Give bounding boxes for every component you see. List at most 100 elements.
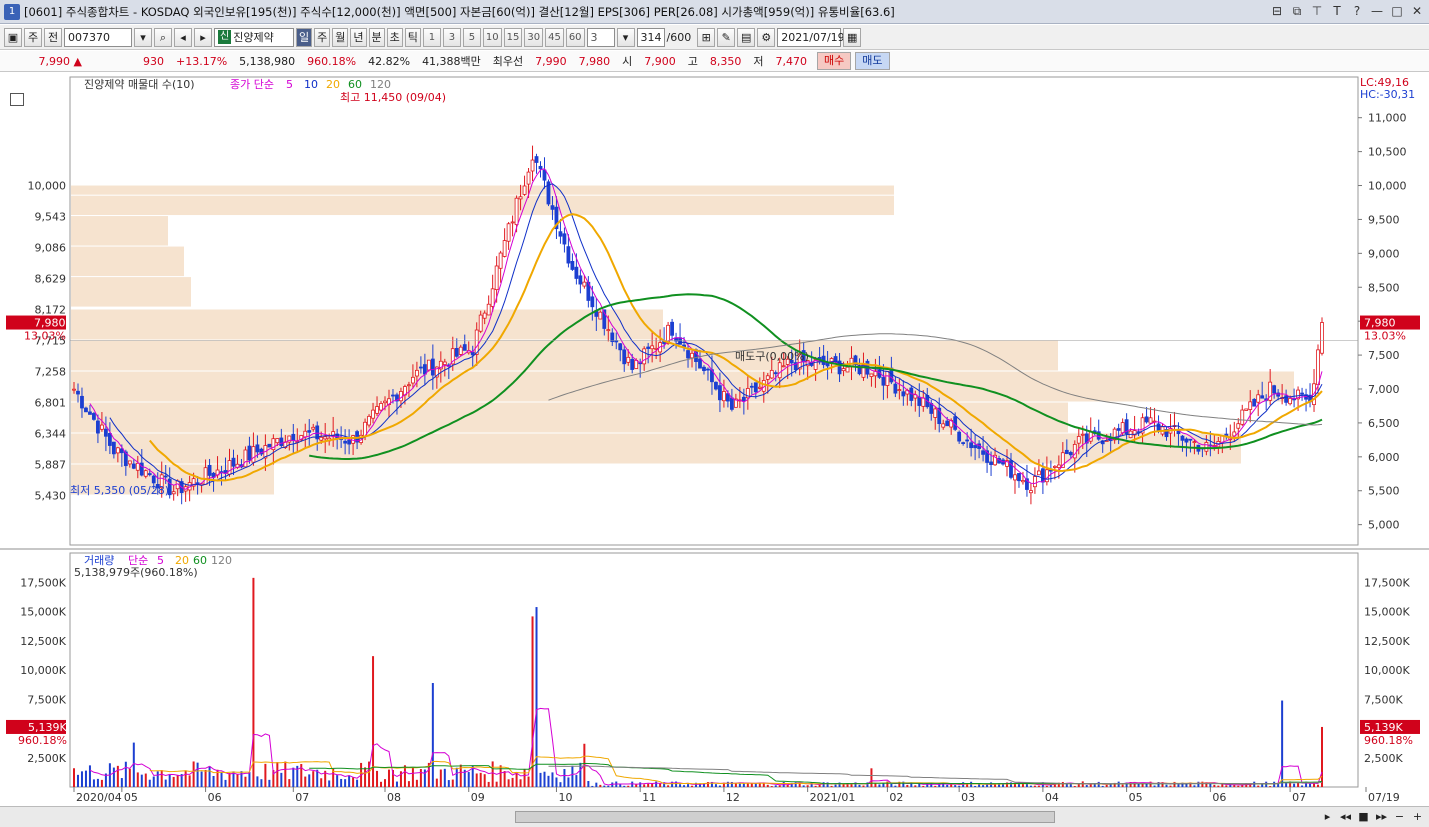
volume-bar [607,785,610,787]
scroll-thumb[interactable] [515,811,1055,823]
buy-button[interactable]: 매수 [817,52,852,70]
period-day-button[interactable]: 일 [296,27,313,47]
price-candle [777,362,782,379]
draw-tool-icon[interactable]: ✎ [717,27,736,47]
date-input[interactable]: 2021/07/19 [777,27,845,47]
volume-bar [894,785,897,787]
price-candle [614,340,619,343]
period-month-button[interactable]: 월 [332,27,349,47]
arrow-dropdown-icon[interactable]: ▸ [194,27,212,47]
price-candle [1192,441,1197,444]
price-candle [741,396,746,401]
volume-bar [236,774,239,787]
price-candle [722,391,726,402]
price-candle [371,409,375,419]
horizontal-scrollbar[interactable]: ▸ ◂◂ ■ ▸▸ − + [0,806,1429,827]
price-candle [1260,395,1265,399]
save-icon[interactable]: ▤ [737,27,756,47]
profile-axis-label: 8,172 [35,304,67,317]
interval-5-button[interactable]: 5 [462,27,481,47]
best-ask: 7,990 [535,54,567,68]
volume-bar [675,781,678,787]
gear-icon[interactable]: ⚙ [757,27,776,47]
volume-bar [100,779,103,787]
period-minute-button[interactable]: 분 [368,27,385,47]
minimize-icon[interactable]: — [1369,3,1385,19]
price-candle [538,165,543,170]
pin-icon[interactable]: ⊤ [1309,3,1325,19]
sell-button[interactable]: 매도 [855,52,890,70]
price-axis-label: 8,500 [1368,281,1400,294]
rewind-icon[interactable]: ◂◂ [1338,809,1353,824]
stock-chart[interactable]: 11,00010,50010,0009,5009,0008,5008,0007,… [0,73,1429,806]
period-week-button[interactable]: 주 [314,27,331,47]
price-candle [76,390,80,395]
window-index-icon: 1 [4,3,20,20]
speaker-icon[interactable]: ◂ [174,27,192,47]
price-candle [530,159,535,172]
maximize-icon[interactable]: □ [1389,3,1405,19]
close-icon[interactable]: ✕ [1409,3,1425,19]
volume-bar [958,785,961,787]
stock-name-field[interactable]: 신 진양제약 [214,27,294,47]
volume-bar [934,785,937,787]
calendar-icon[interactable]: ▦ [843,27,862,47]
volume-bar [220,771,223,787]
price-candle [426,359,431,371]
restore-window-icon[interactable]: ⧉ [1289,3,1305,19]
forward-icon[interactable]: ▸▸ [1374,809,1389,824]
period-year-button[interactable]: 년 [350,27,367,47]
price-legend-ma: 종가 단순 [230,78,274,91]
search-icon[interactable]: ⌕ [154,27,172,47]
interval-10-button[interactable]: 10 [482,27,502,47]
interval-15-button[interactable]: 15 [503,27,523,47]
stop-icon[interactable]: ■ [1356,809,1371,824]
title-bar: 1 [0601] 주식종합차트 - KOSDAQ 외국인보유[195(천)] 주… [0,0,1429,24]
price-candle [989,461,993,465]
interval-1-button[interactable]: 1 [422,27,441,47]
volume-bar [308,774,311,787]
volume-bar [575,775,578,787]
interval-45-button[interactable]: 45 [545,27,564,47]
chart-list-icon[interactable] [10,93,24,106]
interval-30-button[interactable]: 30 [524,27,544,47]
layout-icon[interactable]: ▣ [4,27,22,47]
prev-button[interactable]: 전 [44,27,62,47]
interval-60-button[interactable]: 60 [565,27,585,47]
volume-bar [1002,784,1005,787]
period-tick-button[interactable]: 틱 [404,27,421,47]
code-input[interactable]: 007370 [64,27,132,47]
count-input[interactable]: 314 [636,27,665,47]
volume-bar [1093,784,1096,787]
interval-input[interactable]: 3 [586,27,615,47]
volume-bar [1101,785,1104,787]
price-legend-ma-period: 5 [286,78,293,91]
interval-dropdown-icon[interactable]: ▾ [616,27,635,47]
period-select[interactable]: 주 [24,27,42,47]
x-axis-label: 02 [889,791,903,804]
volume-bar [1029,785,1032,787]
hc-label: HC:-30,31 [1360,88,1415,101]
text-icon[interactable]: T [1329,3,1345,19]
x-axis-label: 11 [642,791,656,804]
price-candle [773,372,778,375]
code-dropdown-icon[interactable]: ▾ [134,27,152,47]
price-candle [143,470,148,477]
help-icon[interactable]: ? [1349,3,1365,19]
period-second-button[interactable]: 초 [386,27,403,47]
scroll-right-icon[interactable]: ▸ [1320,809,1335,824]
volume-bar [483,774,486,787]
volume-bar [419,769,422,787]
candle-settings-icon[interactable]: ⊞ [697,27,716,47]
price-candle [422,364,427,375]
zoom-in-icon[interactable]: + [1410,809,1425,824]
interval-3-button[interactable]: 3 [442,27,461,47]
volume-bar [770,786,773,787]
volume-axis-label-left: 15,000K [20,606,66,619]
price-candle [1080,433,1085,436]
volume-tag: 5,139K [1364,721,1403,734]
zoom-out-icon[interactable]: − [1392,809,1407,824]
tile-icon[interactable]: ⊟ [1269,3,1285,19]
price-candle [686,350,690,359]
price-candle [921,397,926,407]
